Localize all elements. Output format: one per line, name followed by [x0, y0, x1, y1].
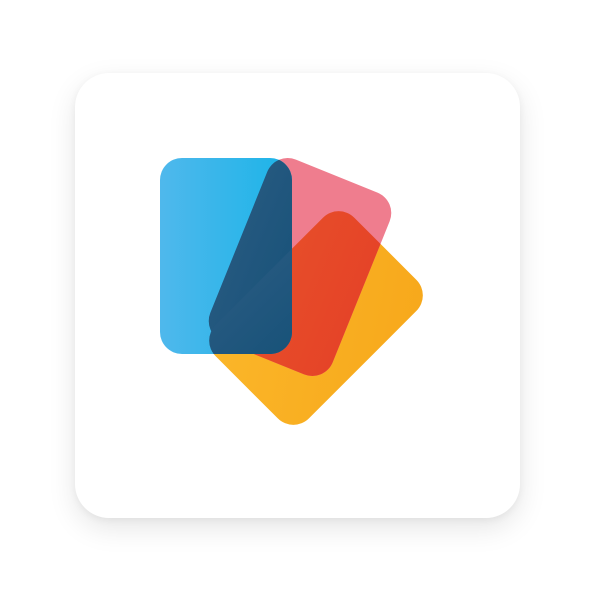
overlapping-cards-icon [160, 158, 423, 425]
screen [0, 0, 591, 591]
